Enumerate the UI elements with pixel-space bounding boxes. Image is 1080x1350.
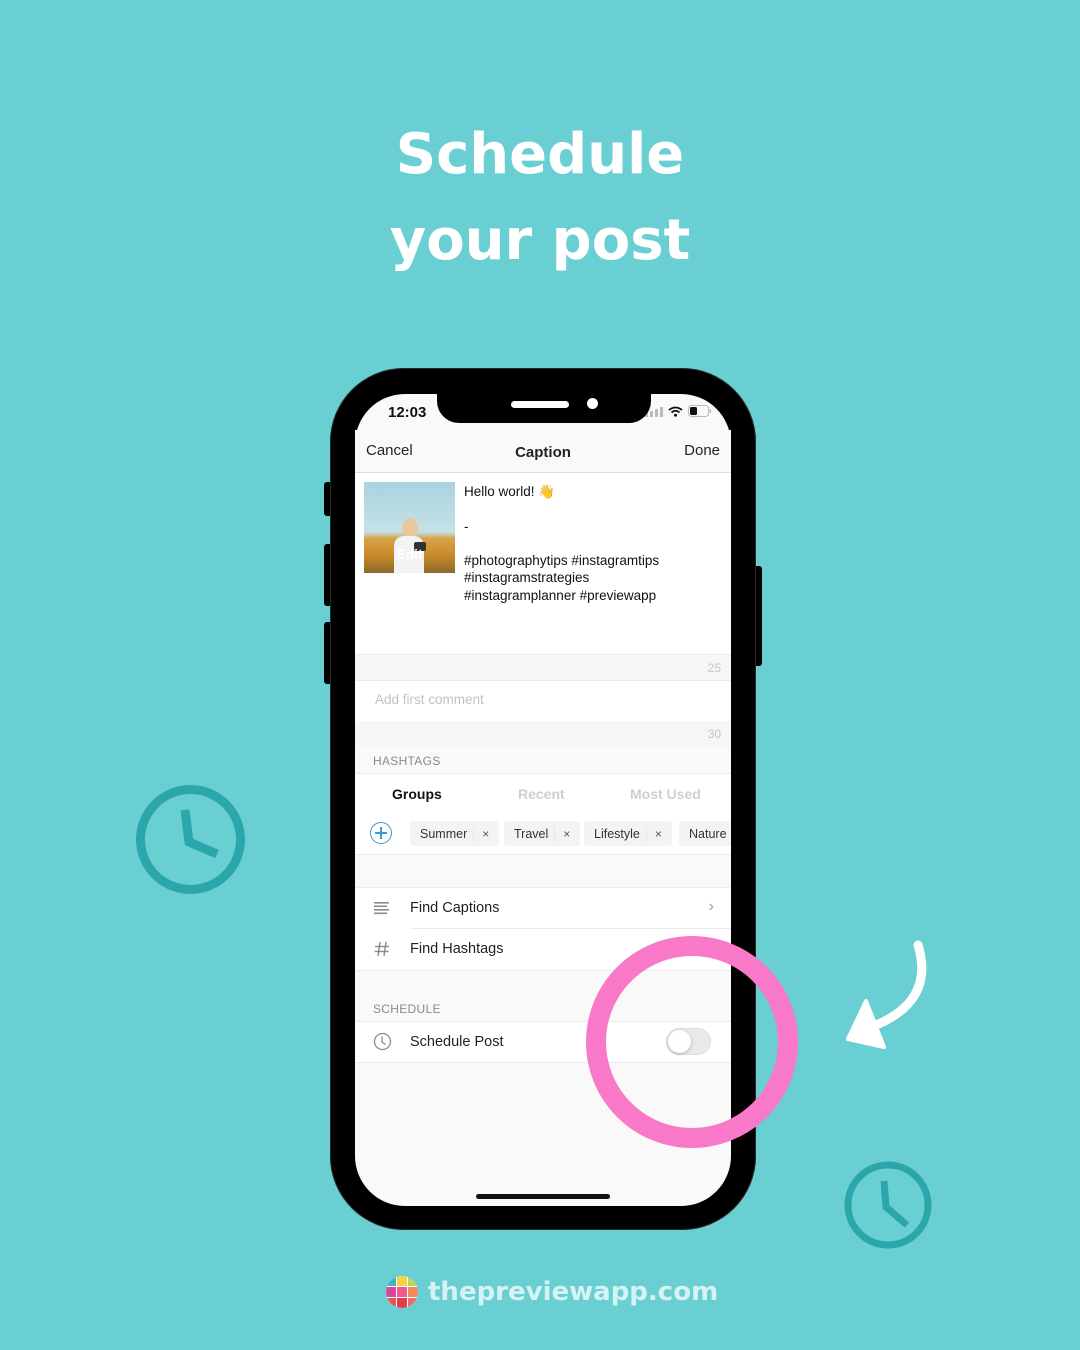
caption-hashtag-counter-row: 25 [355, 654, 731, 680]
hashtag-chip[interactable]: Summer × [410, 821, 500, 846]
preview-app-logo-icon [386, 1276, 418, 1308]
page-title: Caption [515, 444, 571, 461]
find-captions-row[interactable]: Find Captions › [355, 888, 731, 928]
schedule-section-label: SCHEDULE [373, 1002, 441, 1016]
done-button[interactable]: Done [684, 442, 720, 459]
schedule-post-row: Schedule Post [355, 1021, 731, 1063]
chip-label: Nature [689, 826, 727, 841]
hash-icon [374, 941, 389, 957]
front-camera [587, 398, 598, 409]
edit-thumbnail-label[interactable]: Edit [364, 546, 455, 562]
schedule-post-label: Schedule Post [410, 1034, 504, 1050]
find-hashtags-row[interactable]: Find Hashtags [355, 929, 731, 969]
caption-editor: Edit Hello world! 👋 - #photographytips #… [355, 473, 731, 654]
speaker-grille [511, 401, 569, 408]
clock-icon [373, 1032, 392, 1051]
footer-url[interactable]: thepreviewapp.com [428, 1277, 718, 1307]
post-thumbnail[interactable]: Edit [364, 482, 455, 573]
comment-hashtag-counter-row: 30 [355, 721, 731, 746]
first-comment-input[interactable] [373, 691, 707, 708]
home-indicator [476, 1194, 610, 1199]
hashtag-chip[interactable]: Travel × [504, 821, 581, 846]
status-time: 12:03 [388, 404, 427, 421]
remove-chip-icon[interactable]: × [555, 827, 580, 841]
decorative-clock-icon [133, 782, 248, 897]
lines-icon [374, 902, 389, 915]
curved-arrow-icon [846, 940, 927, 1049]
remove-chip-icon[interactable]: × [647, 827, 672, 841]
schedule-post-toggle[interactable] [666, 1028, 711, 1055]
thumbnail-subject-head [402, 518, 418, 538]
status-icons [645, 405, 712, 417]
hashtag-chip[interactable]: Lifestyle × [584, 821, 672, 846]
find-tools-list: Find Captions › Find Hashtags [355, 887, 731, 971]
chevron-right-icon: › [708, 898, 714, 915]
headline-line-2: your post [389, 208, 691, 273]
chip-label: Summer [410, 826, 475, 841]
find-hashtags-label: Find Hashtags [410, 941, 504, 957]
find-captions-label: Find Captions [410, 900, 500, 916]
decorative-clock-icon [842, 1159, 934, 1251]
caption-text-field[interactable]: Hello world! 👋 - #photographytips #insta… [464, 483, 724, 604]
phone-notch [437, 392, 651, 423]
footer-brand: thepreviewapp.com [386, 1276, 718, 1308]
remove-chip-icon[interactable]: × [474, 827, 499, 841]
tab-groups[interactable]: Groups [392, 786, 442, 802]
caption-hashtag-count: 25 [707, 661, 721, 675]
chip-label: Travel [504, 826, 556, 841]
hashtag-tabs: Groups Recent Most Used [355, 773, 731, 815]
battery-icon [688, 405, 711, 417]
hashtag-chip[interactable]: Nature [679, 821, 731, 846]
first-comment-row [355, 680, 731, 723]
add-hashtag-group-button[interactable] [370, 822, 392, 844]
toggle-knob [668, 1030, 691, 1053]
caption-nav-bar: Cancel Caption Done [355, 430, 731, 473]
headline-line-1: Schedule [395, 122, 685, 187]
wifi-icon [668, 406, 683, 417]
chip-label: Lifestyle [584, 826, 647, 841]
tab-recent[interactable]: Recent [518, 786, 565, 802]
tab-most-used[interactable]: Most Used [630, 786, 701, 802]
hashtag-group-chips: Summer × Travel × Lifestyle × Nature [355, 814, 731, 855]
hashtags-section-label: HASHTAGS [373, 754, 441, 768]
comment-hashtag-count: 30 [707, 727, 721, 741]
